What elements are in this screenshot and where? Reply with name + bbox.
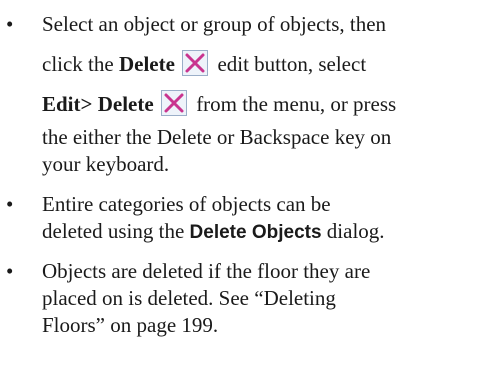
document-page: • Select an object or group of objects, … xyxy=(0,0,487,367)
delete-x-icon xyxy=(160,90,187,116)
delete-x-icon xyxy=(182,50,209,76)
item-text-line: Select an object or group of objects, th… xyxy=(42,12,387,36)
delete-button-label: Delete xyxy=(118,52,175,76)
list-item: • Objects are deleted if the floor they … xyxy=(0,258,487,339)
list-item: • Entire categories of objects can be de… xyxy=(0,191,487,246)
bullet-marker: • xyxy=(6,259,14,283)
item-text-line: the either the Delete or Backspace key o… xyxy=(42,125,392,149)
item-text-line: deleted using the Delete Objects dialog. xyxy=(42,219,385,243)
item-text-line: Floors” on page 199. xyxy=(42,313,219,337)
list-item: • Select an object or group of objects, … xyxy=(0,0,487,178)
item-text-line: Edit> Delete from the menu, or press xyxy=(42,90,397,116)
item-text-line: Objects are deleted if the floor they ar… xyxy=(42,259,371,283)
item-text-line: placed on is deleted. See “Deleting xyxy=(42,286,336,310)
item-text-line: your keyboard. xyxy=(42,152,170,176)
bullet-list: • Select an object or group of objects, … xyxy=(0,0,487,339)
menu-path: Edit> Delete xyxy=(42,92,154,116)
item-text-line: click the Delete edit button, select xyxy=(42,50,367,76)
bullet-marker: • xyxy=(6,192,14,216)
bullet-marker: • xyxy=(6,12,14,36)
dialog-name: Delete Objects xyxy=(189,222,322,243)
item-text-line: Entire categories of objects can be xyxy=(42,192,331,216)
